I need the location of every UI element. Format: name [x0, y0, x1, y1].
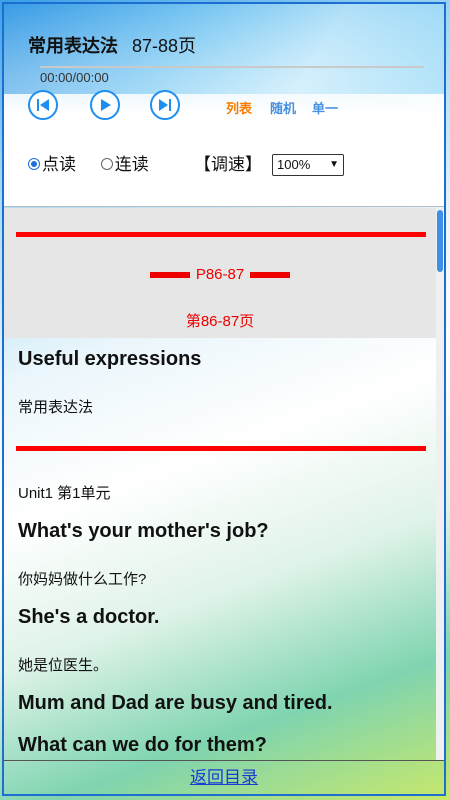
next-button[interactable] [150, 90, 180, 120]
app-frame: 常用表达法 87-88页 00:00/00:00 列表 随机 单一 点读 连读 【… [2, 2, 446, 796]
red-dash [250, 272, 291, 279]
scrollbar-thumb[interactable] [437, 210, 443, 272]
unit-label: Unit1 第1单元 [18, 485, 111, 502]
player-header: 常用表达法 87-88页 00:00/00:00 列表 随机 单一 点读 连读 【… [4, 4, 444, 206]
sentence-en[interactable]: Mum and Dad are busy and tired. [18, 692, 333, 715]
page-label: P86-87 [4, 266, 436, 283]
section-title-zh: 常用表达法 [18, 399, 94, 416]
speed-label: 【调速】 [194, 155, 262, 174]
page-label-cn: 第86-87页 [185, 313, 255, 330]
back-to-contents-link[interactable]: 返回目录 [190, 768, 258, 787]
progress-bar[interactable] [40, 66, 424, 68]
red-divider [16, 446, 426, 451]
title-text: 常用表达法 [28, 36, 118, 56]
section-title-en: Useful expressions [18, 348, 202, 370]
mode-random-button[interactable]: 随机 [270, 98, 296, 117]
play-icon [101, 99, 111, 111]
speed-value: 100% [277, 157, 311, 172]
read-option-continuous[interactable]: 连读 [100, 155, 149, 174]
read-mode-group: 点读 连读 [28, 150, 149, 175]
play-button[interactable] [90, 90, 120, 120]
footer: 返回目录 [4, 760, 444, 794]
skip-next-icon [159, 99, 171, 111]
red-dash [149, 272, 190, 279]
read-option-point-label: 点读 [42, 155, 76, 174]
page-title: 常用表达法 87-88页 [28, 32, 196, 58]
title-pages: 87-88页 [132, 36, 197, 56]
page-label-text: P86-87 [195, 266, 245, 283]
radio-continuous-read[interactable] [100, 157, 113, 170]
page-marker-box: P86-87 第86-87页 [4, 208, 436, 338]
sentence-en[interactable]: What's your mother's job? [18, 520, 269, 543]
sentence-en[interactable]: What can we do for them? [18, 734, 267, 757]
time-display: 00:00/00:00 [40, 70, 109, 85]
read-option-continuous-label: 连读 [114, 155, 149, 174]
content-scroll-area[interactable]: P86-87 第86-87页 Useful expressions 常用表达法 … [4, 208, 444, 760]
radio-point-read[interactable] [28, 157, 40, 170]
read-option-point[interactable]: 点读 [28, 155, 76, 174]
skip-previous-icon [37, 99, 49, 111]
chevron-down-icon: ▼ [329, 159, 339, 170]
sentence-zh: 她是位医生。 [18, 657, 109, 674]
mode-single-button[interactable]: 单一 [312, 98, 338, 117]
mode-list-button[interactable]: 列表 [226, 98, 252, 117]
sentence-zh: 你妈妈做什么工作? [18, 571, 147, 588]
sentence-en[interactable]: She's a doctor. [18, 606, 159, 629]
red-divider [16, 232, 426, 237]
header-divider [4, 206, 444, 207]
speed-select[interactable]: 100% ▼ [272, 154, 344, 176]
previous-button[interactable] [28, 90, 58, 120]
scrollbar[interactable] [436, 208, 444, 760]
